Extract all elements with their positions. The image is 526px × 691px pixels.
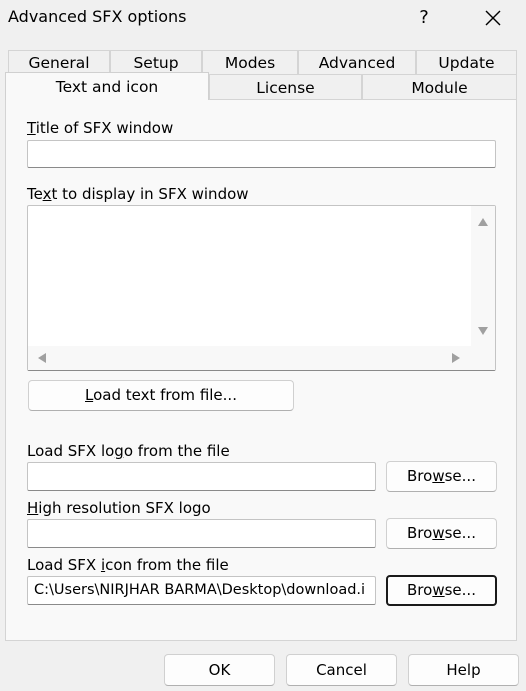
- logo-input[interactable]: [27, 462, 376, 491]
- icon-browse-button[interactable]: Browse...: [386, 575, 497, 606]
- text-textarea[interactable]: [27, 205, 496, 371]
- scrollbar-corner: [471, 346, 495, 370]
- tab-modes[interactable]: Modes: [202, 50, 298, 74]
- logo-label: Load SFX logo from the file: [27, 442, 230, 460]
- tab-general[interactable]: General: [8, 50, 110, 74]
- tab-label: Modes: [224, 54, 276, 72]
- hires-label: High resolution SFX logo: [27, 499, 211, 517]
- tab-advanced[interactable]: Advanced: [298, 50, 416, 74]
- tab-setup[interactable]: Setup: [110, 50, 202, 74]
- scroll-down-icon[interactable]: [477, 326, 489, 336]
- cancel-button[interactable]: Cancel: [286, 654, 397, 686]
- scroll-up-icon[interactable]: [477, 217, 489, 227]
- tab-label: General: [28, 54, 90, 72]
- load-text-button[interactable]: Load text from file...: [28, 380, 294, 411]
- tab-label: License: [256, 79, 315, 97]
- title-label: Title of SFX window: [27, 119, 174, 137]
- close-button[interactable]: [478, 4, 508, 32]
- close-icon: [485, 10, 501, 26]
- ok-button[interactable]: OK: [164, 654, 275, 686]
- tab-label: Advanced: [318, 54, 396, 72]
- help-footer-button[interactable]: Help: [408, 654, 519, 686]
- scroll-right-icon[interactable]: [451, 352, 461, 364]
- vertical-scrollbar[interactable]: [471, 206, 495, 346]
- tab-module[interactable]: Module: [362, 74, 517, 99]
- tab-label: Module: [411, 79, 468, 97]
- text-label: Text to display in SFX window: [27, 185, 249, 203]
- title-bar: Advanced SFX options ?: [0, 0, 526, 36]
- tab-label: Setup: [133, 54, 179, 72]
- hires-browse-button[interactable]: Browse...: [386, 518, 497, 549]
- tab-license[interactable]: License: [209, 74, 362, 99]
- logo-browse-button[interactable]: Browse...: [386, 461, 497, 492]
- tab-label: Update: [438, 54, 495, 72]
- icon-label: Load SFX icon from the file: [27, 556, 229, 574]
- horizontal-scrollbar[interactable]: [28, 346, 473, 370]
- tab-update[interactable]: Update: [416, 50, 517, 74]
- hires-input[interactable]: [27, 519, 376, 548]
- tab-text-and-icon[interactable]: Text and icon: [5, 72, 209, 100]
- tab-label: Text and icon: [55, 78, 159, 96]
- window-title: Advanced SFX options: [8, 7, 187, 26]
- title-input[interactable]: [27, 140, 496, 168]
- help-button[interactable]: ?: [410, 4, 438, 32]
- icon-input[interactable]: C:\Users\NIRJHAR BARMA\Desktop\download.…: [27, 576, 376, 605]
- scroll-left-icon[interactable]: [37, 352, 47, 364]
